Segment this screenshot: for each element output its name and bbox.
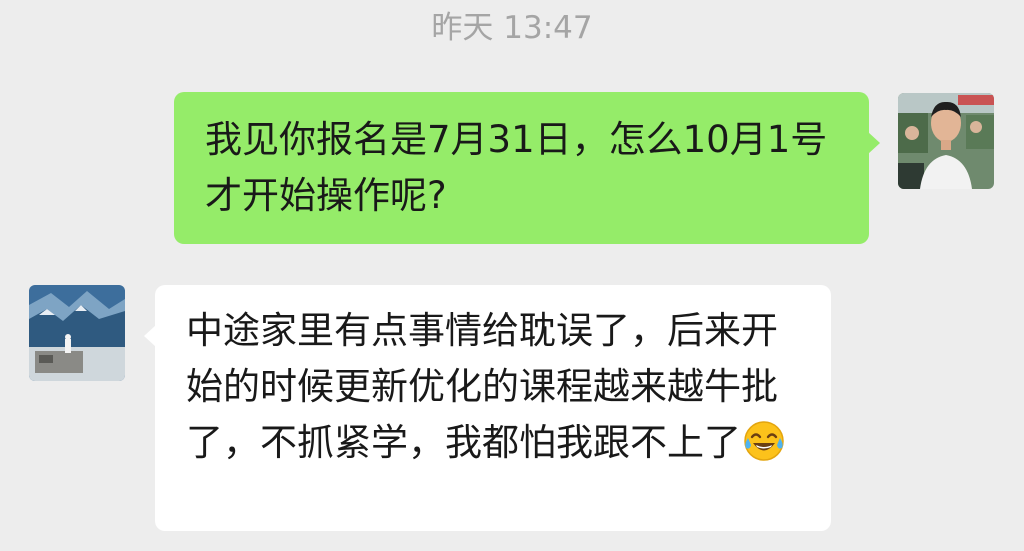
- incoming-message-text: 中途家里有点事情给耽误了，后来开始的时候更新优化的课程越来越牛批了，不抓紧学，我…: [186, 309, 778, 464]
- contact-avatar[interactable]: [29, 285, 125, 381]
- message-timestamp: 昨天 13:47: [431, 10, 593, 46]
- contact-avatar-mountain-photo-icon: [29, 285, 125, 381]
- incoming-message-bubble[interactable]: 中途家里有点事情给耽误了，后来开始的时候更新优化的课程越来越牛批了，不抓紧学，我…: [144, 285, 831, 531]
- self-avatar[interactable]: [898, 93, 994, 189]
- outgoing-message-text: 我见你报名是7月31日，怎么10月1号才开始操作呢?: [205, 118, 828, 217]
- tears-of-joy-emoji-icon: [743, 420, 785, 462]
- self-avatar-photo-icon: [898, 93, 994, 189]
- outgoing-message-bubble[interactable]: 我见你报名是7月31日，怎么10月1号才开始操作呢?: [174, 92, 880, 244]
